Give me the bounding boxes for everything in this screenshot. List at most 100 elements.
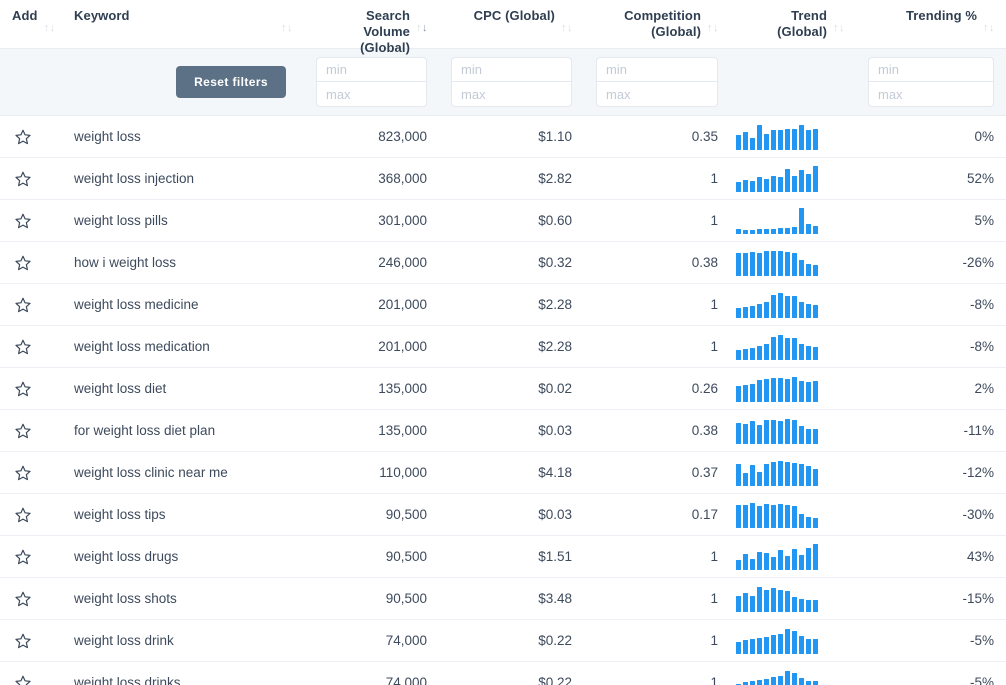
column-header-keyword[interactable]: Keyword ↑ ↓ [62,0,304,49]
reset-filters-button[interactable]: Reset filters [176,66,286,98]
star-outline-icon[interactable] [14,590,32,608]
sort-updown-icon[interactable]: ↑ ↓ [707,22,719,36]
row-cpc: $3.48 [439,577,584,620]
row-cpc: $0.60 [439,199,584,242]
column-label-search-volume: Search Volume (Global) [360,8,410,55]
star-outline-icon[interactable] [14,632,32,650]
filter-cell-keyword: Reset filters [62,48,304,116]
row-keyword: weight loss diet [62,367,304,410]
table-row[interactable]: weight loss drugs 90,500 $1.51 1 43% [0,535,1006,578]
column-header-trending-pct[interactable]: Trending % ↑ ↓ [856,0,1006,49]
row-trend [730,535,856,578]
cpc-max-input[interactable] [452,82,571,106]
competition-max-input[interactable] [597,82,717,106]
row-cpc: $0.22 [439,619,584,662]
trend-sparkline [736,334,818,360]
row-competition: 0.17 [584,493,730,536]
star-outline-icon[interactable] [14,506,32,524]
row-keyword: how i weight loss [62,241,304,284]
star-outline-icon[interactable] [14,212,32,230]
column-header-trend[interactable]: Trend (Global) ↑ ↓ [730,0,856,49]
row-add-cell [0,409,62,452]
star-outline-icon[interactable] [14,338,32,356]
sort-updown-icon[interactable]: ↑ ↓ [983,22,995,36]
sort-updown-icon[interactable]: ↑ ↓ [833,22,845,36]
sort-updown-icon[interactable]: ↑ ↓ [416,22,428,36]
row-search-volume: 110,000 [304,451,439,494]
row-add-cell [0,451,62,494]
column-header-search-volume[interactable]: Search Volume (Global) ↑ ↓ [304,0,439,55]
trend-sparkline [736,586,818,612]
table-row[interactable]: for weight loss diet plan 135,000 $0.03 0.3… [0,409,1006,452]
trend-sparkline [736,543,818,570]
star-outline-icon[interactable] [14,422,32,440]
row-trending-pct: 5% [856,199,1006,242]
star-outline-icon[interactable] [14,464,32,482]
row-cpc: $0.02 [439,367,584,410]
row-trend [730,283,856,326]
row-trend [730,409,856,452]
star-outline-icon[interactable] [14,170,32,188]
row-add-cell [0,577,62,620]
trend-sparkline [736,165,818,192]
table-row[interactable]: weight loss pills 301,000 $0.60 1 5% [0,199,1006,242]
star-outline-icon[interactable] [14,380,32,398]
row-keyword: weight loss drinks [62,661,304,685]
star-outline-icon[interactable] [14,548,32,566]
row-trending-pct: 52% [856,157,1006,200]
keyword-research-table-panel: Add ↑ ↓ Keyword ↑ ↓ Search Volume (Global)… [0,0,1006,685]
table-row[interactable]: weight loss clinic near me 110,000 $4.18 0.… [0,451,1006,494]
table-row[interactable]: weight loss tips 90,500 $0.03 0.17 -30% [0,493,1006,536]
table-row[interactable]: weight loss shots 90,500 $3.48 1 -15% [0,577,1006,620]
star-outline-icon[interactable] [14,674,32,685]
column-header-cpc[interactable]: CPC (Global) ↑ ↓ [439,0,584,49]
row-competition: 0.37 [584,451,730,494]
row-cpc: $0.03 [439,409,584,452]
column-label-trend: Trend (Global) [777,8,827,39]
sort-updown-icon[interactable]: ↑ ↓ [281,22,293,36]
header-row: Add ↑ ↓ Keyword ↑ ↓ Search Volume (Global)… [0,0,1006,55]
star-outline-icon[interactable] [14,296,32,314]
competition-min-input[interactable] [597,58,717,82]
row-trend [730,199,856,242]
row-keyword: weight loss drugs [62,535,304,578]
column-header-add[interactable]: Add ↑ ↓ [0,0,62,49]
row-trend [730,157,856,200]
row-add-cell [0,535,62,578]
column-header-competition[interactable]: Competition (Global) ↑ ↓ [584,0,730,49]
star-outline-icon[interactable] [14,128,32,146]
table-row[interactable]: weight loss drink 74,000 $0.22 1 -5% [0,619,1006,662]
row-search-volume: 823,000 [304,115,439,158]
table-row[interactable]: weight loss injection 368,000 $2.82 1 52% [0,157,1006,200]
search-volume-max-input[interactable] [317,82,426,106]
row-add-cell [0,325,62,368]
sort-updown-icon[interactable]: ↑ ↓ [561,22,573,36]
row-keyword: weight loss [62,115,304,158]
table-row[interactable]: weight loss medicine 201,000 $2.28 1 -8% [0,283,1006,326]
row-cpc: $0.22 [439,661,584,685]
row-competition: 1 [584,325,730,368]
row-trend [730,451,856,494]
search-volume-min-input[interactable] [317,58,426,82]
table-row[interactable]: weight loss drinks 74,000 $0.22 1 -5% [0,661,1006,685]
row-trend [730,619,856,662]
sort-updown-icon[interactable]: ↑ ↓ [44,22,56,36]
row-keyword: weight loss injection [62,157,304,200]
column-label-trending-pct: Trending % [905,8,977,23]
row-cpc: $1.51 [439,535,584,578]
row-trending-pct: -5% [856,661,1006,685]
cpc-min-input[interactable] [452,58,571,82]
trending-min-input[interactable] [869,58,993,82]
star-outline-icon[interactable] [14,254,32,272]
trending-max-input[interactable] [869,82,993,106]
row-keyword: weight loss pills [62,199,304,242]
trend-sparkline [736,250,818,276]
row-competition: 1 [584,535,730,578]
table-row[interactable]: weight loss diet 135,000 $0.02 0.26 2% [0,367,1006,410]
row-keyword: weight loss drink [62,619,304,662]
table-row[interactable]: how i weight loss 246,000 $0.32 0.38 -26% [0,241,1006,284]
trend-sparkline [736,628,818,654]
table-row[interactable]: weight loss 823,000 $1.10 0.35 0% [0,115,1006,158]
row-search-volume: 135,000 [304,409,439,452]
table-row[interactable]: weight loss medication 201,000 $2.28 1 -8% [0,325,1006,368]
